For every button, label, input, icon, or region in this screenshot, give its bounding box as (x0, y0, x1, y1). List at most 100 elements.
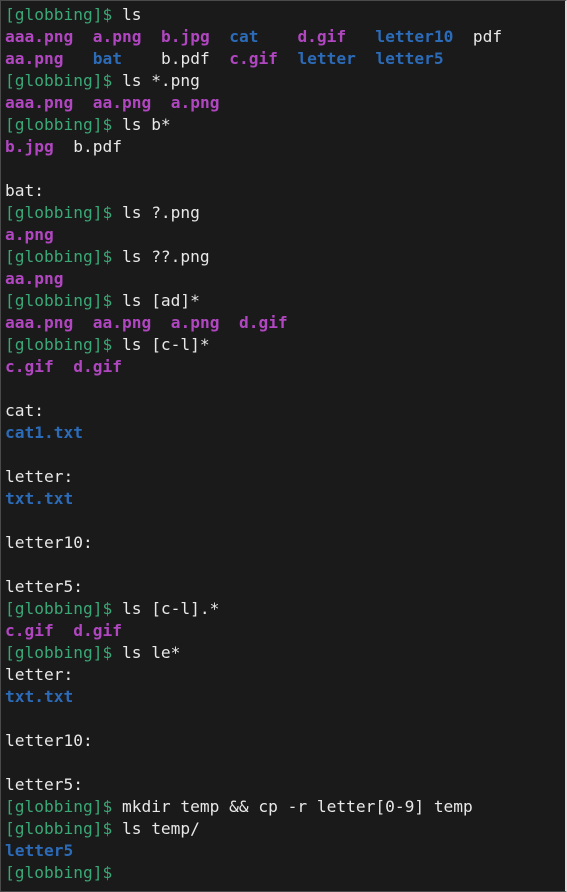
prompt-line: [globbing]$ ls [c-l]* (5, 334, 565, 356)
file-entry: b.pdf (73, 137, 122, 156)
shell-prompt: [globbing]$ (5, 863, 113, 882)
directory-entry: letter5 (5, 841, 74, 860)
prompt-line: [globbing]$ ls *.png (5, 70, 565, 92)
output-text: cat: (5, 400, 565, 422)
command-text: mkdir temp && cp -r letter[0-9] temp (121, 797, 473, 816)
image-file-entry: c.gif (5, 621, 54, 640)
output-text: bat: (5, 180, 565, 202)
image-file-entry: a.png (170, 313, 220, 332)
command-text: ls ?.png (121, 203, 200, 222)
image-file-entry: aa.png (5, 49, 64, 68)
command-text: ls b* (121, 115, 171, 134)
output-text: letter5: (5, 576, 565, 598)
image-file-entry: d.gif (238, 313, 288, 332)
prompt-line: [globbing]$ ls ?.png (5, 202, 565, 224)
directory-header: letter5: (5, 775, 83, 794)
output-text: letter5: (5, 774, 565, 796)
prompt-line: [globbing]$ ls (5, 4, 565, 26)
directory-entry: cat1.txt (5, 423, 83, 442)
shell-prompt: [globbing]$ (5, 115, 113, 134)
prompt-line: [globbing]$ ls temp/ (5, 818, 565, 840)
image-file-entry: d.gif (73, 621, 122, 640)
shell-prompt: [globbing]$ (5, 643, 113, 662)
output-row: letter5 (5, 840, 565, 862)
directory-header: letter: (5, 467, 74, 486)
file-entry: pdf (472, 27, 503, 46)
directory-entry: cat (229, 27, 259, 46)
shell-prompt: [globbing]$ (5, 797, 113, 816)
output-row: aaa.png a.png b.jpg cat d.gif letter10 p… (5, 26, 565, 48)
image-file-entry: aaa.png (5, 313, 74, 332)
output-row: txt.txt (5, 686, 565, 708)
directory-entry: txt.txt (5, 489, 74, 508)
command-text: ls [c-l]* (121, 335, 210, 354)
image-file-entry: aaa.png (5, 27, 74, 46)
image-file-entry: c.gif (5, 357, 54, 376)
shell-prompt: [globbing]$ (5, 71, 113, 90)
command-text: ls [ad]* (121, 291, 200, 310)
output-row: txt.txt (5, 488, 565, 510)
command-text: ls le* (121, 643, 181, 662)
image-file-entry: a.png (170, 93, 220, 112)
shell-prompt: [globbing]$ (5, 5, 113, 24)
output-text: letter10: (5, 532, 565, 554)
output-row: aaa.png aa.png a.png d.gif (5, 312, 565, 334)
file-entry: b.pdf (160, 49, 210, 68)
directory-entry: letter10 (375, 27, 454, 46)
command-text: ls (121, 5, 142, 24)
output-row: c.gif d.gif (5, 356, 565, 378)
directory-header: letter5: (5, 577, 83, 596)
prompt-line: [globbing]$ ls le* (5, 642, 565, 664)
directory-header: letter: (5, 665, 74, 684)
directory-entry: letter (297, 49, 356, 68)
output-row: aa.png (5, 268, 565, 290)
shell-prompt: [globbing]$ (5, 247, 113, 266)
shell-prompt: [globbing]$ (5, 335, 113, 354)
directory-header: letter10: (5, 731, 93, 750)
directory-header: bat: (5, 181, 44, 200)
terminal-window[interactable]: [globbing]$ ls aaa.png a.png b.jpg cat d.… (0, 0, 567, 892)
output-text: letter: (5, 466, 565, 488)
prompt-line: [globbing]$ ls [c-l].* (5, 598, 565, 620)
command-text: ls *.png (121, 71, 200, 90)
shell-prompt: [globbing]$ (5, 599, 113, 618)
prompt-line: [globbing]$ ls ??.png (5, 246, 565, 268)
command-text: ls temp/ (121, 819, 200, 838)
image-file-entry: aa.png (5, 269, 64, 288)
output-row: aa.png bat b.pdf c.gif letter letter5 (5, 48, 565, 70)
output-row: b.jpg b.pdf (5, 136, 565, 158)
command-text: ls ??.png (121, 247, 210, 266)
image-file-entry: a.png (5, 225, 54, 244)
image-file-entry: aaa.png (5, 93, 74, 112)
command-text: ls [c-l].* (121, 599, 220, 618)
output-row: aaa.png aa.png a.png (5, 92, 565, 114)
prompt-line: [globbing]$ ls b* (5, 114, 565, 136)
prompt-line: [globbing]$ mkdir temp && cp -r letter[0… (5, 796, 565, 818)
shell-prompt: [globbing]$ (5, 819, 113, 838)
output-row: a.png (5, 224, 565, 246)
directory-header: letter10: (5, 533, 93, 552)
output-text: letter10: (5, 730, 565, 752)
output-row: c.gif d.gif (5, 620, 565, 642)
image-file-entry: b.jpg (5, 137, 54, 156)
image-file-entry: d.gif (73, 357, 122, 376)
directory-entry: bat (92, 49, 122, 68)
prompt-line: [globbing]$ (5, 862, 565, 884)
image-file-entry: d.gif (297, 27, 347, 46)
shell-prompt: [globbing]$ (5, 203, 113, 222)
directory-entry: letter5 (375, 49, 444, 68)
shell-prompt: [globbing]$ (5, 291, 113, 310)
directory-entry: txt.txt (5, 687, 74, 706)
image-file-entry: b.jpg (160, 27, 210, 46)
directory-header: cat: (5, 401, 44, 420)
image-file-entry: aa.png (92, 93, 152, 112)
image-file-entry: aa.png (92, 313, 152, 332)
prompt-line: [globbing]$ ls [ad]* (5, 290, 565, 312)
